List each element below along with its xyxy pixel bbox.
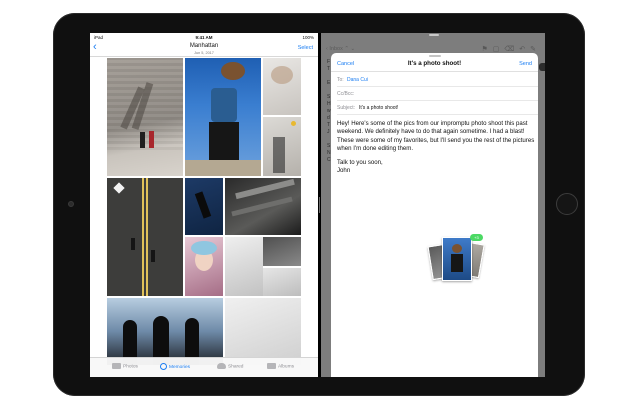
photo-attachment-stack[interactable]: +3 bbox=[427, 234, 485, 286]
subject-label: Subject: bbox=[337, 105, 356, 111]
compose-title: It's a photo shoot! bbox=[407, 60, 462, 67]
photo-thumbnail[interactable] bbox=[263, 117, 301, 176]
body-paragraph: Hey! Here's some of the pics from our im… bbox=[337, 120, 535, 153]
body-closing: Talk to you soon, bbox=[337, 158, 383, 166]
photo-thumbnail[interactable] bbox=[263, 58, 301, 115]
photos-tab-bar: Photos Memories Shared Albums bbox=[90, 357, 318, 377]
photos-icon bbox=[112, 363, 121, 369]
photo-thumbnail[interactable] bbox=[225, 237, 263, 296]
album-title: Manhattan bbox=[189, 43, 219, 49]
photo-thumbnail[interactable] bbox=[263, 268, 301, 296]
home-button[interactable] bbox=[556, 193, 578, 215]
attachment-photo bbox=[442, 237, 472, 281]
photo-thumbnail[interactable] bbox=[225, 298, 301, 365]
cc-bcc-field[interactable]: Cc/Bcc: bbox=[337, 87, 538, 101]
divider-grip-handle[interactable] bbox=[319, 197, 320, 213]
cc-bcc-label: Cc/Bcc: bbox=[337, 91, 355, 97]
shared-cloud-icon bbox=[217, 363, 226, 369]
front-camera bbox=[68, 201, 74, 207]
subject-field[interactable]: Subject: It's a photo shoot! bbox=[337, 101, 538, 115]
mail-toolbar-icons[interactable]: ⚑▢⌫↶✎ bbox=[481, 45, 541, 53]
recipient-token[interactable]: Dana Cui bbox=[347, 77, 368, 83]
memories-icon bbox=[160, 363, 167, 370]
photos-nav-bar: ‹ Manhattan Jun 5, 2017 Select bbox=[90, 41, 318, 57]
subject-value[interactable]: It's a photo shoot! bbox=[359, 105, 398, 111]
message-body[interactable]: Hey! Here's some of the pics from our im… bbox=[337, 120, 535, 175]
to-label: To: bbox=[337, 77, 344, 83]
status-clock: 9:41 AM bbox=[195, 35, 213, 40]
ipad-device: iPad 9:41 AM 100% ‹ Manhattan Jun 5, 201… bbox=[53, 13, 585, 396]
photo-thumbnail[interactable] bbox=[185, 237, 223, 296]
albums-icon bbox=[267, 363, 276, 369]
tab-label: Albums bbox=[278, 364, 294, 370]
photos-app: iPad 9:41 AM 100% ‹ Manhattan Jun 5, 201… bbox=[90, 33, 318, 377]
slide-over-grip[interactable] bbox=[429, 34, 439, 36]
tab-label: Photos bbox=[123, 364, 138, 370]
tab-label: Memories bbox=[169, 364, 191, 370]
signature: John bbox=[337, 167, 351, 175]
photo-thumbnail[interactable] bbox=[225, 178, 301, 235]
battery-label: 100% bbox=[302, 35, 314, 40]
compose-header: Cancel It's a photo shoot! Send bbox=[331, 58, 538, 72]
photo-thumbnail[interactable] bbox=[107, 298, 223, 365]
to-field[interactable]: To: Dana Cui bbox=[337, 73, 538, 87]
attachment-count-badge: +3 bbox=[470, 234, 483, 241]
photo-thumbnail[interactable] bbox=[185, 58, 261, 176]
avatar bbox=[539, 63, 545, 71]
tab-shared[interactable]: Shared bbox=[217, 363, 243, 369]
photo-thumbnail[interactable] bbox=[263, 237, 301, 266]
album-date: Jun 5, 2017 bbox=[194, 51, 214, 55]
photo-thumbnail[interactable] bbox=[107, 178, 183, 296]
select-button[interactable]: Select bbox=[298, 45, 313, 51]
compose-grip[interactable] bbox=[429, 55, 441, 57]
photo-thumbnail[interactable] bbox=[185, 178, 223, 235]
compose-sheet: Cancel It's a photo shoot! Send To: Dana… bbox=[331, 53, 538, 377]
tab-photos[interactable]: Photos bbox=[112, 363, 138, 369]
photo-thumbnail[interactable] bbox=[107, 58, 183, 176]
tab-label: Shared bbox=[228, 364, 244, 370]
inbox-back-button[interactable]: ‹ Inbox ⌃ ⌄ bbox=[326, 46, 355, 52]
send-button[interactable]: Send bbox=[519, 61, 532, 67]
tab-albums[interactable]: Albums bbox=[267, 363, 294, 369]
inbox-label: Inbox bbox=[329, 46, 343, 52]
status-bar: iPad 9:41 AM 100% bbox=[90, 33, 318, 41]
split-view-screen: iPad 9:41 AM 100% ‹ Manhattan Jun 5, 201… bbox=[90, 33, 545, 377]
tab-memories[interactable]: Memories bbox=[160, 363, 190, 370]
